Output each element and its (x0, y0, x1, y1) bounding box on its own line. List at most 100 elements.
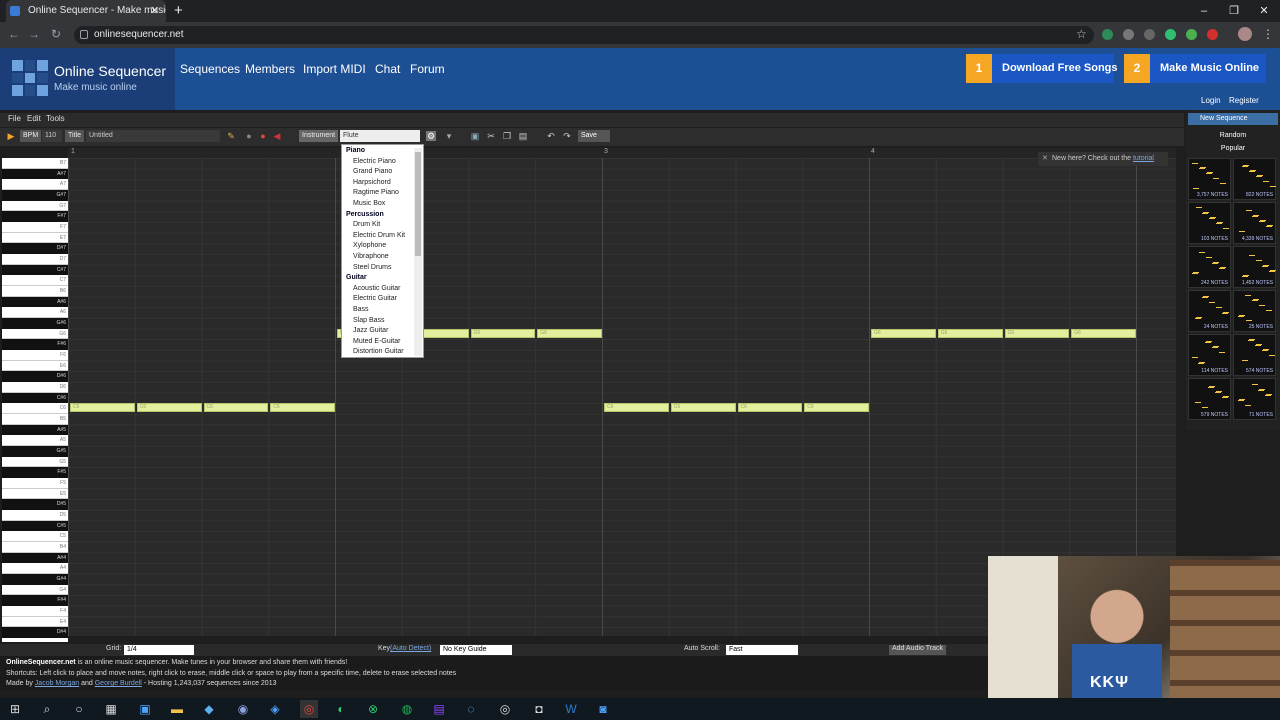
dropdown-option[interactable]: Xylophone (353, 242, 386, 249)
cut-icon[interactable]: ✂ (486, 131, 496, 141)
add-audio-track-button[interactable]: Add Audio Track (889, 645, 946, 655)
piano-key[interactable]: A5 (2, 435, 68, 447)
select-tool-icon[interactable]: ▣ (470, 131, 480, 141)
piano-key[interactable]: F#7 (2, 211, 68, 222)
piano-key[interactable]: A4 (2, 563, 68, 575)
piano-key[interactable]: C5 (2, 531, 68, 543)
task-view-icon[interactable]: ▦ (102, 700, 120, 718)
file-explorer-icon[interactable]: ▬ (168, 700, 186, 718)
extension-icon[interactable] (1102, 29, 1113, 40)
minimize-icon[interactable]: – (1194, 2, 1214, 20)
close-window-icon[interactable]: ✕ (1254, 2, 1274, 20)
piano-key[interactable]: G7 (2, 201, 68, 212)
sequence-thumbnail[interactable]: 822 NOTES (1233, 158, 1276, 200)
piano-key[interactable]: C#5 (2, 520, 68, 532)
ad-make-music-online[interactable]: Make Music Online (1150, 54, 1266, 83)
pinterest-icon[interactable] (1207, 29, 1218, 40)
note[interactable]: C6 (670, 403, 736, 412)
note[interactable]: G6 (871, 329, 936, 338)
browser-tab[interactable]: Online Sequencer - Make music (6, 0, 166, 22)
dropdown-option[interactable]: Drum Kit (353, 221, 380, 228)
bookmark-star-icon[interactable]: ☆ (1076, 27, 1087, 41)
app-icon[interactable]: ◘ (530, 700, 548, 718)
dropdown-option[interactable]: Distortion Guitar (353, 348, 404, 355)
note[interactable]: G6 (470, 329, 536, 338)
piano-key[interactable]: F#4 (2, 595, 68, 607)
zoom-icon[interactable]: ◙ (594, 700, 612, 718)
site-title[interactable]: Online Sequencer (54, 63, 166, 79)
dropdown-option[interactable]: Steel Drums (353, 264, 392, 271)
pencil-icon[interactable]: ✎ (226, 131, 236, 141)
app-icon[interactable]: ◈ (266, 700, 284, 718)
piano-key[interactable]: B6 (2, 286, 68, 297)
note[interactable]: G6 (1004, 329, 1070, 338)
tab-random[interactable]: Random (1188, 131, 1278, 141)
author-link[interactable]: Jacob Morgan (35, 680, 79, 687)
note[interactable]: C6 (270, 403, 335, 412)
store-icon[interactable]: ▣ (136, 700, 154, 718)
instrument-dropdown-list[interactable]: Piano Electric Piano Grand Piano Harpsichor… (341, 144, 424, 358)
dropdown-option[interactable]: Electric Guitar (353, 295, 397, 302)
piano-key[interactable]: C#7 (2, 264, 68, 276)
tab-popular[interactable]: Popular (1188, 144, 1278, 154)
obs-icon[interactable]: ◎ (496, 700, 514, 718)
piano-key[interactable]: A6 (2, 307, 68, 319)
record-icon[interactable]: ● (244, 131, 254, 141)
dropdown-option[interactable]: Bass (353, 306, 369, 313)
piano-key[interactable]: G5 (2, 457, 68, 468)
piano-key[interactable]: B5 (2, 414, 68, 425)
dropdown-option[interactable]: Slap Bass (353, 317, 385, 324)
piano-key[interactable]: C#6 (2, 392, 68, 404)
reload-icon[interactable]: ↻ (48, 25, 64, 43)
dropdown-option[interactable]: Jazz Guitar (353, 327, 388, 334)
piano-key[interactable]: G#5 (2, 446, 68, 457)
piano-key[interactable]: F4 (2, 606, 68, 617)
bpm-input[interactable]: 110 (42, 130, 62, 142)
undo-icon[interactable]: ↶ (546, 131, 556, 141)
piano-key[interactable]: E4 (2, 617, 68, 628)
piano-key[interactable]: E5 (2, 489, 68, 500)
menu-dots-icon[interactable]: ⋮ (1262, 27, 1274, 41)
instrument-settings-icon[interactable]: ⚙ (426, 131, 436, 141)
piano-key[interactable]: A7 (2, 179, 68, 190)
note[interactable]: G6 (537, 329, 602, 338)
close-icon[interactable]: ✕ (1042, 152, 1048, 166)
timeline-ruler[interactable] (68, 148, 1176, 158)
dropdown-option[interactable]: Vibraphone (353, 253, 389, 260)
author-link[interactable]: George Burdell (95, 680, 142, 687)
save-button[interactable]: Save (578, 130, 610, 142)
piano-key[interactable]: B7 (2, 158, 68, 169)
note[interactable]: G6 (937, 329, 1003, 338)
forward-icon[interactable]: → (26, 25, 42, 43)
key-select[interactable]: No Key Guide (440, 645, 512, 655)
register-link[interactable]: Register (1229, 96, 1259, 105)
sequence-thumbnail[interactable]: 24 NOTES (1188, 290, 1231, 332)
redo-icon[interactable]: ↷ (562, 131, 572, 141)
piano-key[interactable]: D#7 (2, 243, 68, 255)
copy-icon[interactable]: ❐ (502, 131, 512, 141)
instrument-select[interactable]: Flute (340, 130, 420, 142)
piano-key[interactable]: A#7 (2, 168, 68, 180)
piano-key[interactable]: G#6 (2, 318, 68, 329)
piano-key[interactable]: D#5 (2, 499, 68, 511)
dropdown-option[interactable]: Electric Drum Kit (353, 232, 405, 239)
play-icon[interactable]: ▶ (6, 131, 16, 141)
piano-key[interactable]: E7 (2, 233, 68, 244)
new-tab-icon[interactable]: + (174, 2, 188, 20)
piano-key[interactable]: A#6 (2, 296, 68, 308)
piano-key[interactable]: B4 (2, 542, 68, 553)
extension-icon[interactable] (1123, 29, 1134, 40)
dropdown-option[interactable]: Music Box (353, 200, 385, 207)
auto-detect-link[interactable]: (Auto Detect) (390, 645, 431, 652)
piano-key[interactable]: F5 (2, 478, 68, 489)
restore-icon[interactable]: ❐ (1224, 2, 1244, 20)
autoscroll-select[interactable]: Fast (726, 645, 798, 655)
dropdown-option[interactable]: Ragtime Piano (353, 189, 399, 196)
xbox-icon[interactable]: ⊗ (364, 700, 382, 718)
word-icon[interactable]: W (562, 700, 580, 718)
piano-key[interactable]: F#5 (2, 467, 68, 479)
windows-start-icon[interactable]: ⊞ (6, 700, 24, 718)
new-sequence-button[interactable]: New Sequence (1188, 113, 1278, 125)
piano-key[interactable]: D5 (2, 510, 68, 521)
piano-key[interactable]: C7 (2, 275, 68, 287)
